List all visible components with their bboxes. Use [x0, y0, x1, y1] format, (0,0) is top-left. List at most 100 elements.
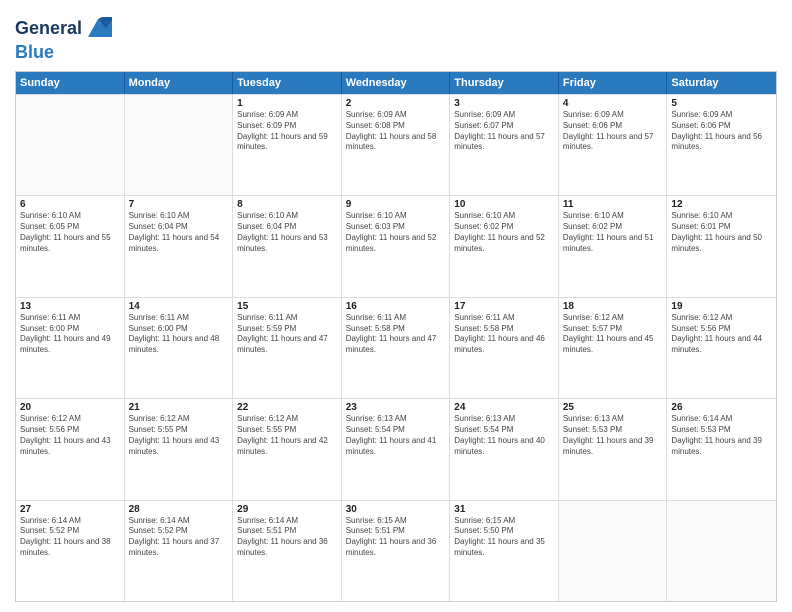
empty-cell — [667, 501, 776, 601]
day-number: 22 — [237, 402, 337, 413]
week-row-2: 6Sunrise: 6:10 AM Sunset: 6:05 PM Daylig… — [16, 195, 776, 296]
empty-cell — [559, 501, 668, 601]
day-info: Sunrise: 6:13 AM Sunset: 5:53 PM Dayligh… — [563, 414, 663, 457]
day-cell-12: 12Sunrise: 6:10 AM Sunset: 6:01 PM Dayli… — [667, 196, 776, 296]
day-cell-14: 14Sunrise: 6:11 AM Sunset: 6:00 PM Dayli… — [125, 298, 234, 398]
day-number: 14 — [129, 301, 229, 312]
day-info: Sunrise: 6:09 AM Sunset: 6:06 PM Dayligh… — [671, 110, 772, 153]
day-info: Sunrise: 6:14 AM Sunset: 5:52 PM Dayligh… — [129, 516, 229, 559]
week-row-4: 20Sunrise: 6:12 AM Sunset: 5:56 PM Dayli… — [16, 398, 776, 499]
day-number: 13 — [20, 301, 120, 312]
day-cell-3: 3Sunrise: 6:09 AM Sunset: 6:07 PM Daylig… — [450, 95, 559, 195]
day-cell-16: 16Sunrise: 6:11 AM Sunset: 5:58 PM Dayli… — [342, 298, 451, 398]
day-number: 21 — [129, 402, 229, 413]
day-cell-23: 23Sunrise: 6:13 AM Sunset: 5:54 PM Dayli… — [342, 399, 451, 499]
day-info: Sunrise: 6:09 AM Sunset: 6:09 PM Dayligh… — [237, 110, 337, 153]
day-info: Sunrise: 6:12 AM Sunset: 5:57 PM Dayligh… — [563, 313, 663, 356]
day-number: 9 — [346, 199, 446, 210]
day-number: 10 — [454, 199, 554, 210]
calendar: SundayMondayTuesdayWednesdayThursdayFrid… — [15, 71, 777, 602]
day-info: Sunrise: 6:10 AM Sunset: 6:01 PM Dayligh… — [671, 211, 772, 254]
day-cell-19: 19Sunrise: 6:12 AM Sunset: 5:56 PM Dayli… — [667, 298, 776, 398]
day-cell-17: 17Sunrise: 6:11 AM Sunset: 5:58 PM Dayli… — [450, 298, 559, 398]
day-info: Sunrise: 6:09 AM Sunset: 6:06 PM Dayligh… — [563, 110, 663, 153]
day-number: 23 — [346, 402, 446, 413]
day-number: 1 — [237, 98, 337, 109]
day-number: 11 — [563, 199, 663, 210]
day-number: 24 — [454, 402, 554, 413]
day-number: 4 — [563, 98, 663, 109]
calendar-body: 1Sunrise: 6:09 AM Sunset: 6:09 PM Daylig… — [16, 94, 776, 601]
day-cell-2: 2Sunrise: 6:09 AM Sunset: 6:08 PM Daylig… — [342, 95, 451, 195]
day-number: 17 — [454, 301, 554, 312]
logo-general: General — [15, 19, 82, 39]
day-info: Sunrise: 6:10 AM Sunset: 6:03 PM Dayligh… — [346, 211, 446, 254]
day-info: Sunrise: 6:11 AM Sunset: 6:00 PM Dayligh… — [20, 313, 120, 356]
day-cell-6: 6Sunrise: 6:10 AM Sunset: 6:05 PM Daylig… — [16, 196, 125, 296]
day-info: Sunrise: 6:09 AM Sunset: 6:08 PM Dayligh… — [346, 110, 446, 153]
day-info: Sunrise: 6:10 AM Sunset: 6:04 PM Dayligh… — [237, 211, 337, 254]
week-row-3: 13Sunrise: 6:11 AM Sunset: 6:00 PM Dayli… — [16, 297, 776, 398]
day-info: Sunrise: 6:11 AM Sunset: 5:59 PM Dayligh… — [237, 313, 337, 356]
day-info: Sunrise: 6:12 AM Sunset: 5:56 PM Dayligh… — [20, 414, 120, 457]
day-number: 29 — [237, 504, 337, 515]
week-row-1: 1Sunrise: 6:09 AM Sunset: 6:09 PM Daylig… — [16, 94, 776, 195]
day-info: Sunrise: 6:14 AM Sunset: 5:53 PM Dayligh… — [671, 414, 772, 457]
day-info: Sunrise: 6:10 AM Sunset: 6:02 PM Dayligh… — [563, 211, 663, 254]
day-info: Sunrise: 6:11 AM Sunset: 5:58 PM Dayligh… — [346, 313, 446, 356]
day-number: 5 — [671, 98, 772, 109]
logo-icon — [84, 15, 112, 43]
day-number: 30 — [346, 504, 446, 515]
day-number: 16 — [346, 301, 446, 312]
day-number: 20 — [20, 402, 120, 413]
day-info: Sunrise: 6:13 AM Sunset: 5:54 PM Dayligh… — [454, 414, 554, 457]
day-cell-15: 15Sunrise: 6:11 AM Sunset: 5:59 PM Dayli… — [233, 298, 342, 398]
day-number: 2 — [346, 98, 446, 109]
header-day-wednesday: Wednesday — [342, 72, 451, 94]
day-cell-27: 27Sunrise: 6:14 AM Sunset: 5:52 PM Dayli… — [16, 501, 125, 601]
day-info: Sunrise: 6:13 AM Sunset: 5:54 PM Dayligh… — [346, 414, 446, 457]
header-day-sunday: Sunday — [16, 72, 125, 94]
day-number: 3 — [454, 98, 554, 109]
day-info: Sunrise: 6:15 AM Sunset: 5:50 PM Dayligh… — [454, 516, 554, 559]
day-info: Sunrise: 6:14 AM Sunset: 5:51 PM Dayligh… — [237, 516, 337, 559]
day-cell-24: 24Sunrise: 6:13 AM Sunset: 5:54 PM Dayli… — [450, 399, 559, 499]
day-cell-10: 10Sunrise: 6:10 AM Sunset: 6:02 PM Dayli… — [450, 196, 559, 296]
day-info: Sunrise: 6:10 AM Sunset: 6:02 PM Dayligh… — [454, 211, 554, 254]
day-info: Sunrise: 6:10 AM Sunset: 6:05 PM Dayligh… — [20, 211, 120, 254]
day-cell-7: 7Sunrise: 6:10 AM Sunset: 6:04 PM Daylig… — [125, 196, 234, 296]
day-cell-25: 25Sunrise: 6:13 AM Sunset: 5:53 PM Dayli… — [559, 399, 668, 499]
day-cell-21: 21Sunrise: 6:12 AM Sunset: 5:55 PM Dayli… — [125, 399, 234, 499]
day-cell-5: 5Sunrise: 6:09 AM Sunset: 6:06 PM Daylig… — [667, 95, 776, 195]
empty-cell — [16, 95, 125, 195]
header: General Blue — [15, 10, 777, 63]
day-number: 25 — [563, 402, 663, 413]
day-cell-31: 31Sunrise: 6:15 AM Sunset: 5:50 PM Dayli… — [450, 501, 559, 601]
day-cell-29: 29Sunrise: 6:14 AM Sunset: 5:51 PM Dayli… — [233, 501, 342, 601]
logo-blue: Blue — [15, 42, 54, 62]
day-number: 15 — [237, 301, 337, 312]
week-row-5: 27Sunrise: 6:14 AM Sunset: 5:52 PM Dayli… — [16, 500, 776, 601]
header-day-tuesday: Tuesday — [233, 72, 342, 94]
day-cell-22: 22Sunrise: 6:12 AM Sunset: 5:55 PM Dayli… — [233, 399, 342, 499]
day-info: Sunrise: 6:09 AM Sunset: 6:07 PM Dayligh… — [454, 110, 554, 153]
day-number: 27 — [20, 504, 120, 515]
day-cell-30: 30Sunrise: 6:15 AM Sunset: 5:51 PM Dayli… — [342, 501, 451, 601]
day-info: Sunrise: 6:11 AM Sunset: 6:00 PM Dayligh… — [129, 313, 229, 356]
day-number: 19 — [671, 301, 772, 312]
header-day-monday: Monday — [125, 72, 234, 94]
day-info: Sunrise: 6:12 AM Sunset: 5:55 PM Dayligh… — [129, 414, 229, 457]
day-info: Sunrise: 6:14 AM Sunset: 5:52 PM Dayligh… — [20, 516, 120, 559]
header-day-saturday: Saturday — [667, 72, 776, 94]
day-info: Sunrise: 6:12 AM Sunset: 5:55 PM Dayligh… — [237, 414, 337, 457]
day-info: Sunrise: 6:10 AM Sunset: 6:04 PM Dayligh… — [129, 211, 229, 254]
header-day-thursday: Thursday — [450, 72, 559, 94]
day-cell-9: 9Sunrise: 6:10 AM Sunset: 6:03 PM Daylig… — [342, 196, 451, 296]
day-number: 18 — [563, 301, 663, 312]
day-info: Sunrise: 6:12 AM Sunset: 5:56 PM Dayligh… — [671, 313, 772, 356]
day-info: Sunrise: 6:15 AM Sunset: 5:51 PM Dayligh… — [346, 516, 446, 559]
day-cell-26: 26Sunrise: 6:14 AM Sunset: 5:53 PM Dayli… — [667, 399, 776, 499]
page: General Blue SundayMondayTuesdayWednesda… — [0, 0, 792, 612]
logo: General Blue — [15, 15, 112, 63]
day-number: 12 — [671, 199, 772, 210]
